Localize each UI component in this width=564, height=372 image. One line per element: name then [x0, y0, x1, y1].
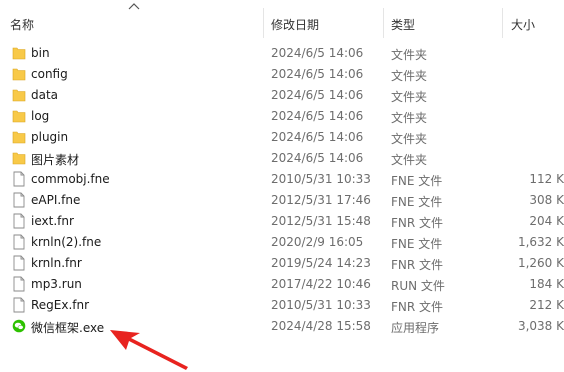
red-arrow-annotation [110, 330, 188, 370]
file-list: bin 2024/6/5 14:06 文件夹 config 2024/6/5 14:0… [0, 43, 564, 337]
file-row[interactable]: log 2024/6/5 14:06 文件夹 [0, 106, 564, 127]
folder-icon [12, 108, 26, 124]
column-name[interactable]: 名称 [10, 16, 34, 33]
file-name: config [31, 67, 68, 81]
file-row[interactable]: RegEx.fnr 2010/5/31 10:33 FNR 文件 212 K [0, 295, 564, 316]
file-type: FNR 文件 [391, 216, 444, 230]
file-type: 文件夹 [391, 153, 428, 167]
file-date: 2024/6/5 14:06 [271, 67, 364, 81]
file-size: 204 K [529, 214, 564, 228]
file-size: 1,260 K [517, 256, 564, 270]
chevron-up-icon [128, 3, 140, 10]
file-name: 图片素材 [31, 153, 80, 167]
file-row[interactable]: 微信框架.exe 2024/4/28 15:58 应用程序 3,038 K [0, 316, 564, 337]
file-icon [12, 255, 26, 271]
file-name: log [31, 109, 50, 123]
file-date: 2012/5/31 15:48 [271, 214, 371, 228]
folder-icon [12, 45, 26, 61]
file-type: 文件夹 [391, 69, 428, 83]
file-row[interactable]: mp3.run 2017/4/22 10:46 RUN 文件 184 K [0, 274, 564, 295]
file-type: 文件夹 [391, 132, 428, 146]
file-row[interactable]: data 2024/6/5 14:06 文件夹 [0, 85, 564, 106]
file-date: 2024/6/5 14:06 [271, 130, 364, 144]
folder-icon [12, 150, 26, 166]
file-type: 文件夹 [391, 111, 428, 125]
file-name: commobj.fne [31, 172, 110, 186]
file-date: 2024/6/5 14:06 [271, 88, 364, 102]
file-name: data [31, 88, 59, 102]
file-size: 3,038 K [517, 319, 564, 333]
file-size: 308 K [529, 193, 564, 207]
file-type: 文件夹 [391, 48, 428, 62]
file-date: 2024/6/5 14:06 [271, 151, 364, 165]
file-type: 应用程序 [391, 321, 440, 335]
file-icon [12, 171, 26, 187]
file-type: FNE 文件 [391, 195, 443, 209]
wechat-icon [12, 318, 26, 334]
file-icon [12, 276, 26, 292]
file-date: 2019/5/24 14:23 [271, 256, 371, 270]
file-name: eAPI.fne [31, 193, 81, 207]
folder-icon [12, 66, 26, 82]
file-type: FNR 文件 [391, 300, 444, 314]
file-type: FNE 文件 [391, 237, 443, 251]
file-name: mp3.run [31, 277, 82, 291]
file-name: plugin [31, 130, 69, 144]
column-divider[interactable] [263, 8, 264, 38]
file-icon [12, 297, 26, 313]
file-row[interactable]: krnln(2).fne 2020/2/9 16:05 FNE 文件 1,632 K [0, 232, 564, 253]
file-name: RegEx.fnr [31, 298, 90, 312]
file-type: 文件夹 [391, 90, 428, 104]
column-header: 名称 修改日期 类型 大小 [0, 0, 564, 44]
file-date: 2010/5/31 10:33 [271, 172, 371, 186]
file-date: 2024/6/5 14:06 [271, 46, 364, 60]
file-name: krnln.fnr [31, 256, 82, 270]
file-size: 212 K [529, 298, 564, 312]
file-size: 112 K [529, 172, 564, 186]
file-date: 2017/4/22 10:46 [271, 277, 371, 291]
file-row[interactable]: config 2024/6/5 14:06 文件夹 [0, 64, 564, 85]
file-type: RUN 文件 [391, 279, 445, 293]
column-modified[interactable]: 修改日期 [271, 16, 319, 33]
file-row[interactable]: plugin 2024/6/5 14:06 文件夹 [0, 127, 564, 148]
folder-icon [12, 87, 26, 103]
folder-icon [12, 129, 26, 145]
file-row[interactable]: bin 2024/6/5 14:06 文件夹 [0, 43, 564, 64]
file-icon [12, 213, 26, 229]
file-date: 2024/6/5 14:06 [271, 109, 364, 123]
file-date: 2010/5/31 10:33 [271, 298, 371, 312]
file-size: 1,632 K [517, 235, 564, 249]
file-size: 184 K [529, 277, 564, 291]
column-divider[interactable] [383, 8, 384, 38]
file-row[interactable]: commobj.fne 2010/5/31 10:33 FNE 文件 112 K [0, 169, 564, 190]
file-name: krnln(2).fne [31, 235, 102, 249]
file-type: FNE 文件 [391, 174, 443, 188]
file-name: iext.fnr [31, 214, 74, 228]
file-row[interactable]: eAPI.fne 2012/5/31 17:46 FNE 文件 308 K [0, 190, 564, 211]
file-name: 微信框架.exe [31, 321, 105, 335]
file-date: 2024/4/28 15:58 [271, 319, 371, 333]
file-type: FNR 文件 [391, 258, 444, 272]
file-date: 2012/5/31 17:46 [271, 193, 371, 207]
column-type[interactable]: 类型 [391, 16, 415, 33]
file-row[interactable]: iext.fnr 2012/5/31 15:48 FNR 文件 204 K [0, 211, 564, 232]
column-size[interactable]: 大小 [511, 16, 535, 33]
file-name: bin [31, 46, 50, 60]
column-divider[interactable] [502, 8, 503, 38]
file-row[interactable]: krnln.fnr 2019/5/24 14:23 FNR 文件 1,260 K [0, 253, 564, 274]
file-row[interactable]: 图片素材 2024/6/5 14:06 文件夹 [0, 148, 564, 169]
file-icon [12, 234, 26, 250]
file-icon [12, 192, 26, 208]
file-date: 2020/2/9 16:05 [271, 235, 364, 249]
